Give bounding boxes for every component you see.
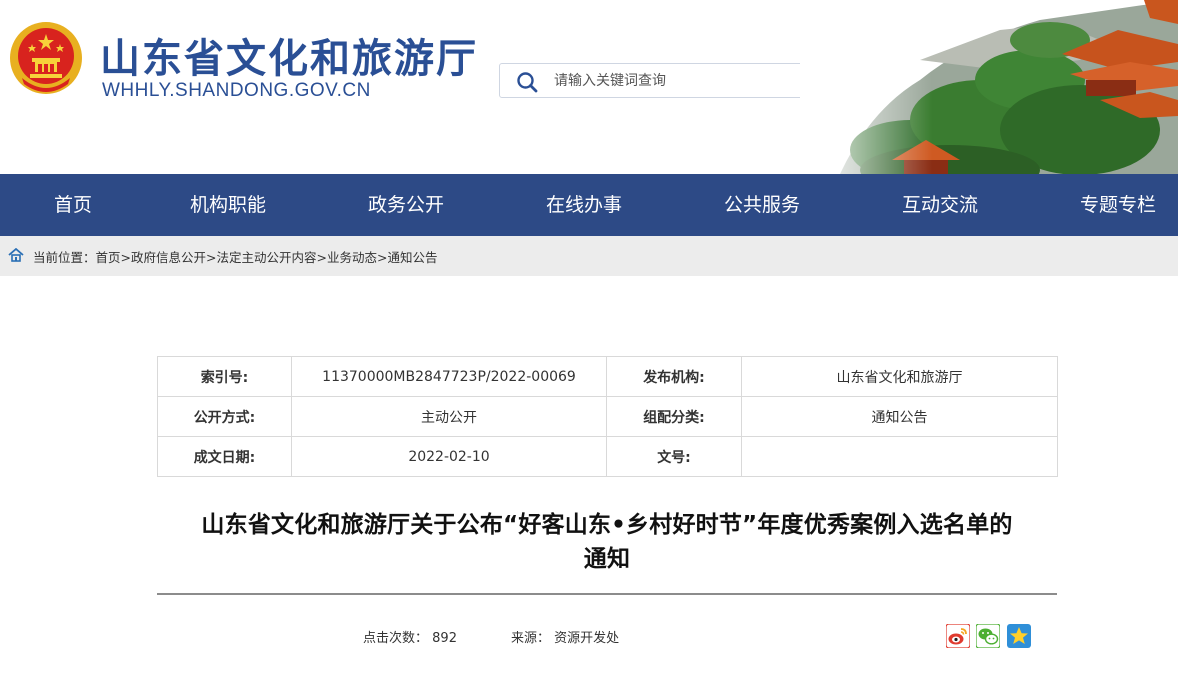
mode-label: 公开方式: <box>157 396 292 437</box>
date-label: 成文日期: <box>157 436 292 477</box>
publisher-label: 发布机构: <box>606 356 742 397</box>
breadcrumb-item-statutory[interactable]: 法定主动公开内容 <box>217 250 317 265</box>
nav-item-home[interactable]: 首页 <box>54 174 92 236</box>
title-divider <box>157 593 1057 595</box>
breadcrumb-separator: > <box>316 250 328 265</box>
national-emblem-icon[interactable] <box>8 18 84 98</box>
table-row: 成文日期: 2022-02-10 文号: <box>157 436 1058 477</box>
search-icon <box>517 72 538 93</box>
docno-label: 文号: <box>606 436 742 477</box>
wechat-icon[interactable] <box>976 624 1000 648</box>
breadcrumb-separator: > <box>377 250 388 265</box>
site-header: 山东省文化和旅游厅 WHHLY.SHANDONG.GOV.CN 搜 索 <box>0 0 1178 174</box>
nav-item-public-services[interactable]: 公共服务 <box>724 174 800 236</box>
breadcrumb-item-business[interactable]: 业务动态 <box>327 250 377 265</box>
source-value: 资源开发处 <box>554 631 620 646</box>
breadcrumb: 当前位置：首页>政府信息公开>法定主动公开内容>业务动态>通知公告 <box>0 236 1178 276</box>
views-label: 点击次数： <box>363 631 429 646</box>
index-label: 索引号: <box>157 356 292 397</box>
table-row: 公开方式: 主动公开 组配分类: 通知公告 <box>157 396 1058 437</box>
table-row: 索引号: 11370000MB2847723P/2022-00069 发布机构:… <box>157 356 1058 397</box>
site-domain: WHHLY.SHANDONG.GOV.CN <box>102 80 371 101</box>
breadcrumb-item-notices[interactable]: 通知公告 <box>388 250 438 265</box>
breadcrumb-separator: > <box>206 250 217 265</box>
weibo-icon[interactable] <box>946 624 970 648</box>
category-value: 通知公告 <box>741 396 1058 437</box>
mode-value: 主动公开 <box>291 396 607 437</box>
header-scenery-image <box>800 0 1178 174</box>
breadcrumb-item-gov-info[interactable]: 政府信息公开 <box>131 250 206 265</box>
article-title-line1: 山东省文化和旅游厅关于公布“好客山东•乡村好时节”年度优秀案例入选名单的 <box>201 512 1013 538</box>
article-title-line2: 通知 <box>583 546 631 572</box>
breadcrumb-separator: > <box>120 250 132 265</box>
breadcrumb-trail: 当前位置：首页>政府信息公开>法定主动公开内容>业务动态>通知公告 <box>33 247 438 266</box>
nav-item-interaction[interactable]: 互动交流 <box>902 174 978 236</box>
search-box <box>499 63 811 98</box>
document-meta-table: 索引号: 11370000MB2847723P/2022-00069 发布机构:… <box>157 356 1058 477</box>
nav-item-online-services[interactable]: 在线办事 <box>546 174 622 236</box>
nav-item-gov-affairs[interactable]: 政务公开 <box>368 174 444 236</box>
publisher-value: 山东省文化和旅游厅 <box>741 356 1058 397</box>
article-source: 来源： 资源开发处 <box>511 627 619 646</box>
docno-value <box>741 436 1058 477</box>
search-input[interactable] <box>554 70 799 92</box>
home-icon <box>8 248 24 262</box>
index-value: 11370000MB2847723P/2022-00069 <box>291 356 607 397</box>
breadcrumb-prefix: 当前位置： <box>33 250 96 265</box>
views-value: 892 <box>432 631 457 646</box>
nav-item-topics[interactable]: 专题专栏 <box>1080 174 1156 236</box>
date-value: 2022-02-10 <box>291 436 607 477</box>
breadcrumb-item-home[interactable]: 首页 <box>96 250 121 265</box>
view-count: 点击次数： 892 <box>363 627 457 646</box>
article-title: 山东省文化和旅游厅关于公布“好客山东•乡村好时节”年度优秀案例入选名单的 通知 <box>157 508 1057 576</box>
site-title[interactable]: 山东省文化和旅游厅 <box>100 26 478 84</box>
nav-item-functions[interactable]: 机构职能 <box>190 174 266 236</box>
qzone-icon[interactable] <box>1007 624 1031 648</box>
main-nav: 首页 机构职能 政务公开 在线办事 公共服务 互动交流 专题专栏 <box>0 174 1178 236</box>
source-label: 来源： <box>511 631 551 646</box>
category-label: 组配分类: <box>606 396 742 437</box>
